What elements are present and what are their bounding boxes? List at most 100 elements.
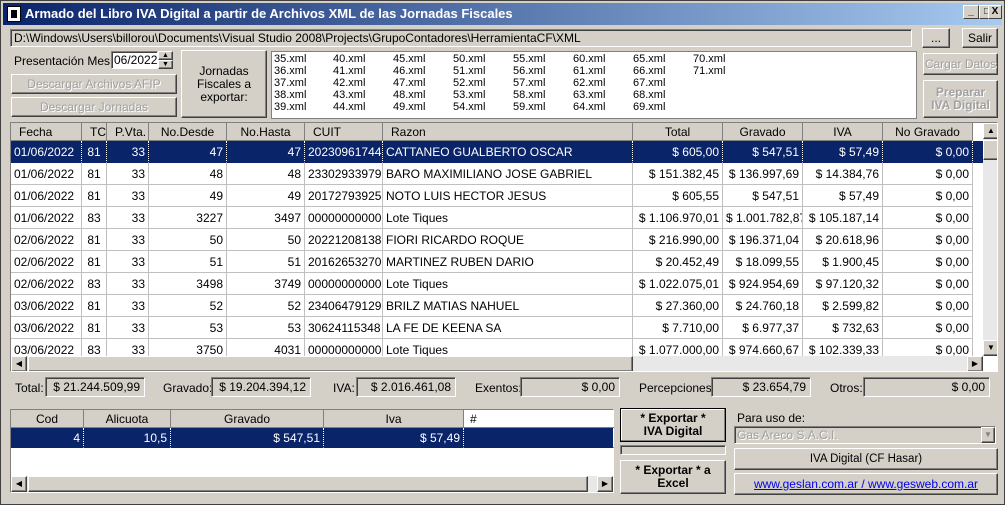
browse-button[interactable]: ... (922, 28, 950, 48)
table-row[interactable]: 01/06/2022 81 33 47 47 20230961744 CATTANEO GU… (11, 141, 983, 163)
version-button[interactable]: IVA Digital (CF Hasar) Versión:Personali… (734, 448, 998, 485)
xml-file-item[interactable]: 49.xml (393, 101, 425, 113)
column-header[interactable]: No.Desde (149, 123, 227, 141)
scroll-down-icon[interactable]: ▼ (983, 340, 997, 356)
xml-file-item[interactable]: 43.xml (333, 89, 365, 101)
column-header[interactable]: Razon (383, 123, 633, 141)
xml-file-item[interactable]: 38.xml (274, 89, 306, 101)
xml-file-item[interactable]: 42.xml (333, 77, 365, 89)
xml-file-item[interactable]: 35.xml (274, 53, 306, 65)
xml-file-item[interactable]: 52.xml (453, 77, 485, 89)
table-row[interactable]: 01/06/2022 83 33 3227 3497 00000000000 Lote Ti… (11, 207, 983, 229)
exportar-iva-line2: IVA Digital (643, 424, 703, 438)
vertical-scrollbar[interactable]: ▲ ▼ (983, 123, 997, 356)
xml-file-item[interactable]: 69.xml (633, 101, 665, 113)
xml-file-item[interactable]: 60.xml (573, 53, 605, 65)
alicuotas-grid[interactable]: Cod Alicuota Gravado Iva #4 10,5 $ 547,51 $ 57,… (10, 409, 614, 493)
table-row[interactable]: 01/06/2022 81 33 49 49 20172793925 NOTO LUIS H… (11, 185, 983, 207)
table-cell: 83 (82, 207, 107, 229)
xml-file-item[interactable]: 63.xml (573, 89, 605, 101)
minimize-button[interactable]: _ (963, 5, 979, 19)
dropdown-arrow-icon[interactable]: ▼ (981, 427, 995, 443)
spin-down-icon[interactable]: ▼ (158, 60, 173, 69)
xml-file-item[interactable]: 48.xml (393, 89, 425, 101)
alicuota-column-header[interactable]: Gravado (171, 410, 324, 428)
exportar-excel-button[interactable]: * Exportar * a Excel (620, 460, 726, 494)
xml-file-item[interactable]: 46.xml (393, 65, 425, 77)
xml-file-item[interactable]: 62.xml (573, 77, 605, 89)
xml-file-item[interactable]: 40.xml (333, 53, 365, 65)
xml-file-item[interactable]: 56.xml (513, 65, 545, 77)
xml-file-item[interactable]: 61.xml (573, 65, 605, 77)
alicuota-cell: 4 (11, 428, 84, 448)
table-row[interactable]: 02/06/2022 83 33 3498 3749 00000000000 Lote Ti… (11, 273, 983, 295)
horizontal-scrollbar[interactable]: ◀ ▶ (11, 356, 983, 371)
alicuota-column-header[interactable]: Iva (324, 410, 464, 428)
xml-file-item[interactable]: 58.xml (513, 89, 545, 101)
xml-file-item[interactable]: 55.xml (513, 53, 545, 65)
xml-file-item[interactable]: 51.xml (453, 65, 485, 77)
xml-file-item[interactable]: 71.xml (693, 65, 725, 77)
table-row[interactable]: 03/06/2022 81 33 52 52 23406479129 BRILZ MATIA… (11, 295, 983, 317)
xml-file-item[interactable]: 65.xml (633, 53, 665, 65)
xml-file-item[interactable]: 47.xml (393, 77, 425, 89)
column-header[interactable]: TC (82, 123, 107, 141)
web-links[interactable]: www.geslan.com.ar / www.gesweb.com.ar (754, 477, 978, 491)
table-row[interactable]: 02/06/2022 81 33 50 50 20221208138 FIORI RICAR… (11, 229, 983, 251)
xml-file-item[interactable]: 67.xml (633, 77, 665, 89)
xml-file-item[interactable]: 57.xml (513, 77, 545, 89)
close-button[interactable]: X (988, 5, 1002, 19)
xml-file-item[interactable]: 68.xml (633, 89, 665, 101)
xml-file-item[interactable]: 66.xml (633, 65, 665, 77)
xml-file-item[interactable]: 64.xml (573, 101, 605, 113)
xml-file-item[interactable]: 53.xml (453, 89, 485, 101)
h-scroll-thumb[interactable] (28, 356, 633, 371)
column-header[interactable]: Gravado (723, 123, 803, 141)
exit-button[interactable]: Salir (962, 28, 998, 48)
table-row[interactable]: 02/06/2022 81 33 51 51 20162653270 MARTINEZ RU… (11, 251, 983, 273)
alicuota-row[interactable]: 4 10,5 $ 547,51 $ 57,49 (11, 428, 614, 448)
presentacion-input[interactable]: 06/2022 (111, 51, 158, 69)
cargar-datos-button[interactable]: Cargar Datos (923, 53, 998, 75)
xml-file-item[interactable]: 70.xml (693, 53, 725, 65)
column-header[interactable]: CUIT (305, 123, 383, 141)
xml-file-item[interactable]: 50.xml (453, 53, 485, 65)
scroll-right-icon[interactable]: ▶ (597, 476, 613, 492)
scroll-thumb[interactable] (983, 140, 997, 160)
column-header[interactable]: Total (633, 123, 723, 141)
column-header[interactable]: No.Hasta (227, 123, 305, 141)
para-uso-select[interactable]: Gas Areco S.A.C.I. (734, 426, 996, 444)
descargar-jornadas-button[interactable]: Descargar Jornadas (11, 97, 177, 117)
xml-file-item[interactable]: 54.xml (453, 101, 485, 113)
alicuota-column-header[interactable]: Cod (11, 410, 84, 428)
scroll-left-icon[interactable]: ◀ (11, 476, 27, 492)
spin-up-icon[interactable]: ▲ (158, 51, 173, 60)
preparar-iva-button[interactable]: Preparar IVA Digital (923, 80, 998, 118)
xml-file-item[interactable]: 44.xml (333, 101, 365, 113)
xml-file-item[interactable]: 45.xml (393, 53, 425, 65)
xml-file-item[interactable]: 59.xml (513, 101, 545, 113)
table-cell: 33 (107, 229, 149, 251)
xml-file-item[interactable]: 39.xml (274, 101, 306, 113)
table-row[interactable]: 03/06/2022 81 33 53 53 30624115348 LA FE DE KE… (11, 317, 983, 339)
alicuota-column-header[interactable]: Alicuota (84, 410, 171, 428)
column-header[interactable]: IVA (803, 123, 883, 141)
xml-file-item[interactable]: 36.xml (274, 65, 306, 77)
descargar-afip-button[interactable]: Descargar Archivos AFIP (11, 74, 177, 94)
scroll-right-icon[interactable]: ▶ (967, 356, 983, 371)
xml-file-list[interactable]: 35.xml 36.xml 37.xml 38.xml 39.xml 40.xml 41.x… (271, 51, 917, 119)
alicuota-column-header[interactable]: # (464, 410, 614, 428)
column-header[interactable]: Fecha (11, 123, 82, 141)
xml-file-item[interactable]: 37.xml (274, 77, 306, 89)
h-scroll-thumb[interactable] (28, 476, 588, 492)
exportar-iva-button[interactable]: * Exportar * IVA Digital (620, 408, 726, 442)
table-row[interactable]: 01/06/2022 81 33 48 48 23302933979 BARO MAXIMI… (11, 163, 983, 185)
xml-file-item[interactable]: 41.xml (333, 65, 365, 77)
comprobantes-grid[interactable]: Fecha TC P.Vta. No.Desde No.Hasta CUIT Razon To… (10, 122, 998, 372)
column-header[interactable]: P.Vta. (107, 123, 149, 141)
scroll-up-icon[interactable]: ▲ (983, 123, 997, 139)
column-header[interactable]: No Gravado (883, 123, 973, 141)
scroll-left-icon[interactable]: ◀ (11, 356, 27, 371)
path-field[interactable]: D:\Windows\Users\billorou\Documents\Visu… (10, 29, 912, 47)
alicuota-horizontal-scrollbar[interactable]: ◀ ▶ (11, 476, 613, 492)
